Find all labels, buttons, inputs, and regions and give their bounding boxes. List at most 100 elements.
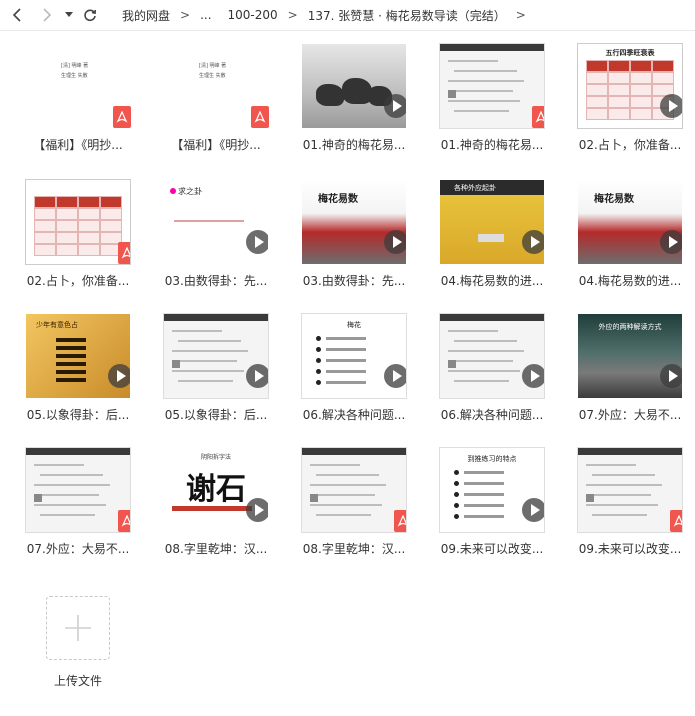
- table-cell: [586, 108, 608, 120]
- file-item[interactable]: 梅花易数 03.由数得卦：先...: [285, 180, 423, 292]
- list-bullet: [454, 481, 459, 486]
- thumb-line: [448, 330, 498, 332]
- file-item[interactable]: 08.字里乾坤：汉...: [285, 447, 423, 560]
- chevron-left-icon: [12, 8, 21, 22]
- file-item[interactable]: [清] 明峰 著生理生 失散 【福利】《明抄...: [147, 44, 285, 156]
- breadcrumb-separator-icon: >: [287, 8, 298, 22]
- play-icon: [246, 230, 268, 254]
- file-preview: 外应的两种解读方式: [578, 314, 682, 398]
- caret-down-icon: [65, 12, 73, 17]
- pdf-icon: [118, 242, 130, 264]
- file-preview: [163, 313, 269, 399]
- thumb-line: [586, 464, 636, 466]
- file-preview: [25, 447, 131, 533]
- thumb-line: [40, 494, 99, 496]
- file-item[interactable]: 各种外应起卦 04.梅花易数的进...: [423, 180, 561, 292]
- pdf-icon: [670, 510, 682, 532]
- file-name: 04.梅花易数的进...: [440, 274, 544, 288]
- file-item[interactable]: 五行四季旺衰表 02.占卜，你准备...: [561, 43, 695, 156]
- table-cell: [652, 72, 674, 84]
- file-item[interactable]: 09.未来可以改变...: [561, 447, 695, 560]
- upload-button[interactable]: [46, 596, 110, 660]
- plus-icon: [65, 615, 91, 641]
- play-icon: [522, 230, 544, 254]
- pdf-page-preview: [清] 明峰 著生理生 失散: [31, 44, 131, 128]
- file-name: 09.未来可以改变...: [440, 542, 544, 556]
- breadcrumb-parent[interactable]: 100-200: [228, 8, 278, 22]
- file-item[interactable]: 01.神奇的梅花易...: [423, 43, 561, 156]
- table-cell: [630, 108, 652, 120]
- file-item[interactable]: [清] 明峰 著生理生 失散 【福利】《明抄...: [9, 44, 147, 156]
- table-cell: [56, 244, 78, 256]
- table-cell: [78, 232, 100, 244]
- file-item[interactable]: 01.神奇的梅花易...: [285, 44, 423, 156]
- file-preview: 各种外应起卦: [440, 180, 544, 264]
- thumb-line: [326, 370, 366, 373]
- play-icon: [660, 230, 682, 254]
- file-item[interactable]: 少年有意色占 05.以象得卦：后...: [9, 314, 147, 426]
- thumb-heading: 梅花: [347, 321, 361, 329]
- file-item[interactable]: 到推练习的特点 09.未来可以改变...: [423, 447, 561, 560]
- pdf-icon: [394, 510, 406, 532]
- file-item[interactable]: 05.以象得卦：后...: [147, 313, 285, 426]
- thumb-line: [464, 482, 504, 485]
- file-name: 03.由数得卦：先...: [302, 274, 406, 288]
- breadcrumb-root[interactable]: 我的网盘: [122, 7, 170, 24]
- thumb-avatar: [448, 90, 456, 98]
- thumb-avatar: [34, 494, 42, 502]
- breadcrumb-separator-icon: >: [515, 8, 526, 22]
- file-name: 01.神奇的梅花易...: [440, 138, 544, 152]
- thumb-line: [310, 504, 382, 506]
- list-bullet: [454, 470, 459, 475]
- back-button[interactable]: [6, 0, 28, 30]
- file-item[interactable]: 06.解决各种问题...: [423, 313, 561, 426]
- thumb-bar: [26, 448, 130, 455]
- file-thumbnail: [423, 43, 561, 129]
- table-cell: [78, 220, 100, 232]
- play-icon: [384, 364, 406, 388]
- file-name: 07.外应：大易不...: [578, 408, 682, 422]
- file-thumbnail: 少年有意色占: [9, 314, 147, 398]
- thumb-line: [326, 348, 366, 351]
- thumb-line: [592, 474, 655, 476]
- thumb-line: [448, 80, 524, 82]
- table-cell: [630, 60, 652, 72]
- play-icon: [660, 364, 682, 388]
- pdf-icon: [532, 106, 544, 128]
- file-item[interactable]: 求之卦 03.由数得卦：先...: [147, 180, 285, 292]
- file-item[interactable]: 梅花 06.解决各种问题...: [285, 313, 423, 426]
- horse-shape: [316, 84, 344, 106]
- play-icon: [108, 364, 130, 388]
- thumb-red-line: [172, 506, 252, 511]
- file-item[interactable]: 07.外应：大易不...: [9, 447, 147, 560]
- file-item[interactable]: 梅花易数 04.梅花易数的进...: [561, 180, 695, 292]
- file-name: 05.以象得卦：后...: [26, 408, 130, 422]
- file-name: 06.解决各种问题...: [440, 408, 544, 422]
- file-preview: 梅花易数: [302, 180, 406, 264]
- history-dropdown[interactable]: [62, 0, 76, 30]
- file-thumbnail: [清] 明峰 著生理生 失散: [147, 44, 285, 128]
- file-preview: 五行四季旺衰表: [577, 43, 683, 129]
- forward-button[interactable]: [36, 0, 58, 30]
- thumb-line: [174, 220, 244, 222]
- thumb-avatar: [586, 494, 594, 502]
- license-plate: [478, 234, 504, 242]
- file-item[interactable]: 外应的两种解读方式 07.外应：大易不...: [561, 314, 695, 426]
- file-item[interactable]: 阴阳拆字法 谢石 08.字里乾坤：汉...: [147, 448, 285, 560]
- thumb-heading: 到推练习的特点: [467, 455, 517, 463]
- hexagram-line: [56, 354, 86, 358]
- table-cell: [78, 208, 100, 220]
- thumb-line: [454, 70, 517, 72]
- list-bullet: [454, 492, 459, 497]
- table-cell: [100, 208, 122, 220]
- thumb-heading: 各种外应起卦: [454, 184, 496, 192]
- hexagram-line: [56, 338, 86, 342]
- thumb-line: [464, 493, 504, 496]
- file-preview: 少年有意色占: [26, 314, 130, 398]
- breadcrumb-ellipsis[interactable]: ...: [200, 8, 211, 22]
- refresh-button[interactable]: [80, 0, 100, 30]
- file-item[interactable]: 02.占卜，你准备...: [9, 179, 147, 292]
- table-cell: [34, 232, 56, 244]
- thumb-line: [316, 494, 375, 496]
- doc-preview-text: [清] 明峰 著: [61, 63, 89, 69]
